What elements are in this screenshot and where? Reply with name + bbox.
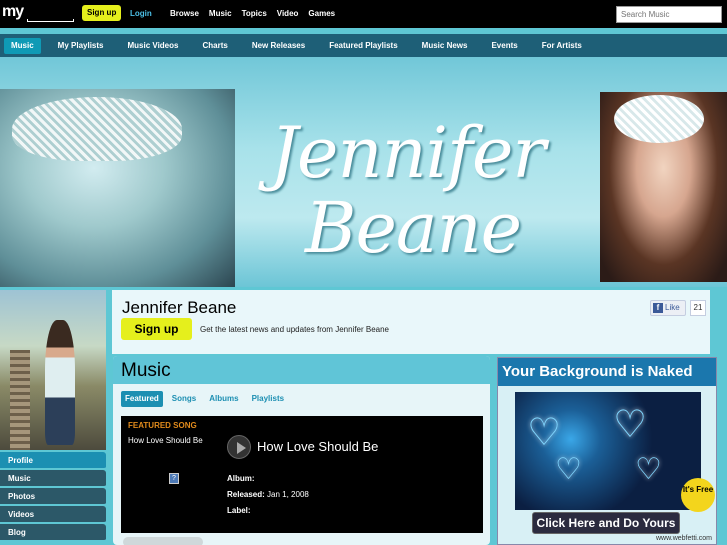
menu-music[interactable]: Music — [0, 470, 106, 488]
music-panel-header: Music — [113, 356, 490, 384]
nav-games[interactable]: Games — [308, 9, 335, 18]
song-meta: Album: Released: Jan 1, 2008 Label: — [227, 471, 309, 519]
top-nav: Browse Music Topics Video Games — [170, 9, 335, 18]
subnav-featured-playlists[interactable]: Featured Playlists — [322, 38, 404, 54]
myspace-logo[interactable]: my — [2, 3, 24, 21]
tab-featured[interactable]: Featured — [121, 391, 163, 407]
like-count: 21 — [690, 300, 706, 316]
play-icon — [237, 442, 246, 454]
nav-video[interactable]: Video — [277, 9, 299, 18]
subnav-music-videos[interactable]: Music Videos — [120, 38, 185, 54]
profile-menu: Profile Music Photos Videos Blog — [0, 452, 106, 542]
cowboy-hat-image-right — [614, 95, 704, 143]
menu-profile[interactable]: Profile — [0, 452, 106, 470]
menu-photos[interactable]: Photos — [0, 488, 106, 506]
label-label: Label: — [227, 506, 251, 515]
cowboy-hat-image — [12, 97, 182, 161]
heart-icon: ♡ — [635, 453, 662, 486]
music-player: FEATURED SONG How Love Should Be ? How L… — [121, 416, 483, 533]
missing-image-icon: ? — [169, 473, 179, 484]
nav-music[interactable]: Music — [209, 9, 232, 18]
music-panel-title: Music — [121, 360, 171, 381]
released-value: Jan 1, 2008 — [267, 490, 309, 499]
subnav-charts[interactable]: Charts — [195, 38, 234, 54]
featured-song-small-title[interactable]: How Love Should Be — [128, 436, 203, 445]
ad-hearts-image: ♡ ♡ ♡ ♡ — [515, 392, 701, 510]
profile-description: Get the latest news and updates from Jen… — [200, 325, 390, 334]
music-tabs: Featured Songs Albums Playlists — [121, 391, 293, 407]
signup-button-top[interactable]: Sign up — [82, 5, 122, 21]
banner-title-first: Jennifer — [270, 112, 546, 194]
tab-albums[interactable]: Albums — [205, 391, 242, 407]
play-button[interactable] — [227, 435, 251, 459]
tab-playlists[interactable]: Playlists — [248, 391, 288, 407]
facebook-like-button[interactable]: f Like — [650, 300, 686, 316]
released-label: Released: — [227, 490, 265, 499]
menu-blog[interactable]: Blog — [0, 524, 106, 542]
heart-icon: ♡ — [555, 453, 582, 486]
subnav-new-releases[interactable]: New Releases — [245, 38, 312, 54]
subnav-my-playlists[interactable]: My Playlists — [51, 38, 111, 54]
left-column: Profile Music Photos Videos Blog — [0, 290, 106, 545]
profile-banner: Jennifer Beane — [0, 57, 727, 287]
tab-songs[interactable]: Songs — [168, 391, 200, 407]
menu-videos[interactable]: Videos — [0, 506, 106, 524]
its-free-badge: It's Free — [681, 478, 715, 512]
subnav-for-artists[interactable]: For Artists — [535, 38, 589, 54]
profile-photo[interactable] — [0, 290, 106, 450]
featured-song-label: FEATURED SONG — [128, 421, 197, 430]
subnav-events[interactable]: Events — [484, 38, 524, 54]
banner-title-last: Beane — [305, 187, 522, 269]
advertisement[interactable]: Your Background is Naked ♡ ♡ ♡ ♡ It's Fr… — [497, 357, 717, 545]
ad-cta-button[interactable]: Click Here and Do Yours — [532, 512, 680, 534]
nav-browse[interactable]: Browse — [170, 9, 199, 18]
profile-header: Jennifer Beane Sign up Get the latest ne… — [112, 290, 710, 354]
top-bar: my Sign up Login Browse Music Topics Vid… — [0, 0, 727, 28]
like-label: Like — [665, 303, 680, 312]
profile-name: Jennifer Beane — [122, 298, 237, 317]
signup-button[interactable]: Sign up — [121, 318, 192, 340]
song-title: How Love Should Be — [257, 439, 379, 454]
heart-icon: ♡ — [527, 412, 562, 454]
search-input[interactable] — [616, 6, 722, 23]
music-subnav: Music My Playlists Music Videos Charts N… — [0, 33, 727, 57]
ad-headline: Your Background is Naked — [498, 358, 716, 386]
person-figure — [45, 320, 75, 445]
subnav-music[interactable]: Music — [4, 38, 41, 54]
subnav-music-news[interactable]: Music News — [415, 38, 475, 54]
nav-topics[interactable]: Topics — [242, 9, 267, 18]
heart-icon: ♡ — [613, 404, 648, 446]
player-control-strip[interactable] — [123, 537, 203, 545]
music-panel: Music Featured Songs Albums Playlists FE… — [113, 356, 490, 545]
ad-url: www.webfetti.com — [655, 535, 712, 542]
logo-underline — [27, 19, 74, 22]
album-label: Album: — [227, 474, 255, 483]
railroad-track — [10, 350, 30, 450]
facebook-icon: f — [653, 302, 663, 313]
login-link[interactable]: Login — [130, 9, 152, 18]
